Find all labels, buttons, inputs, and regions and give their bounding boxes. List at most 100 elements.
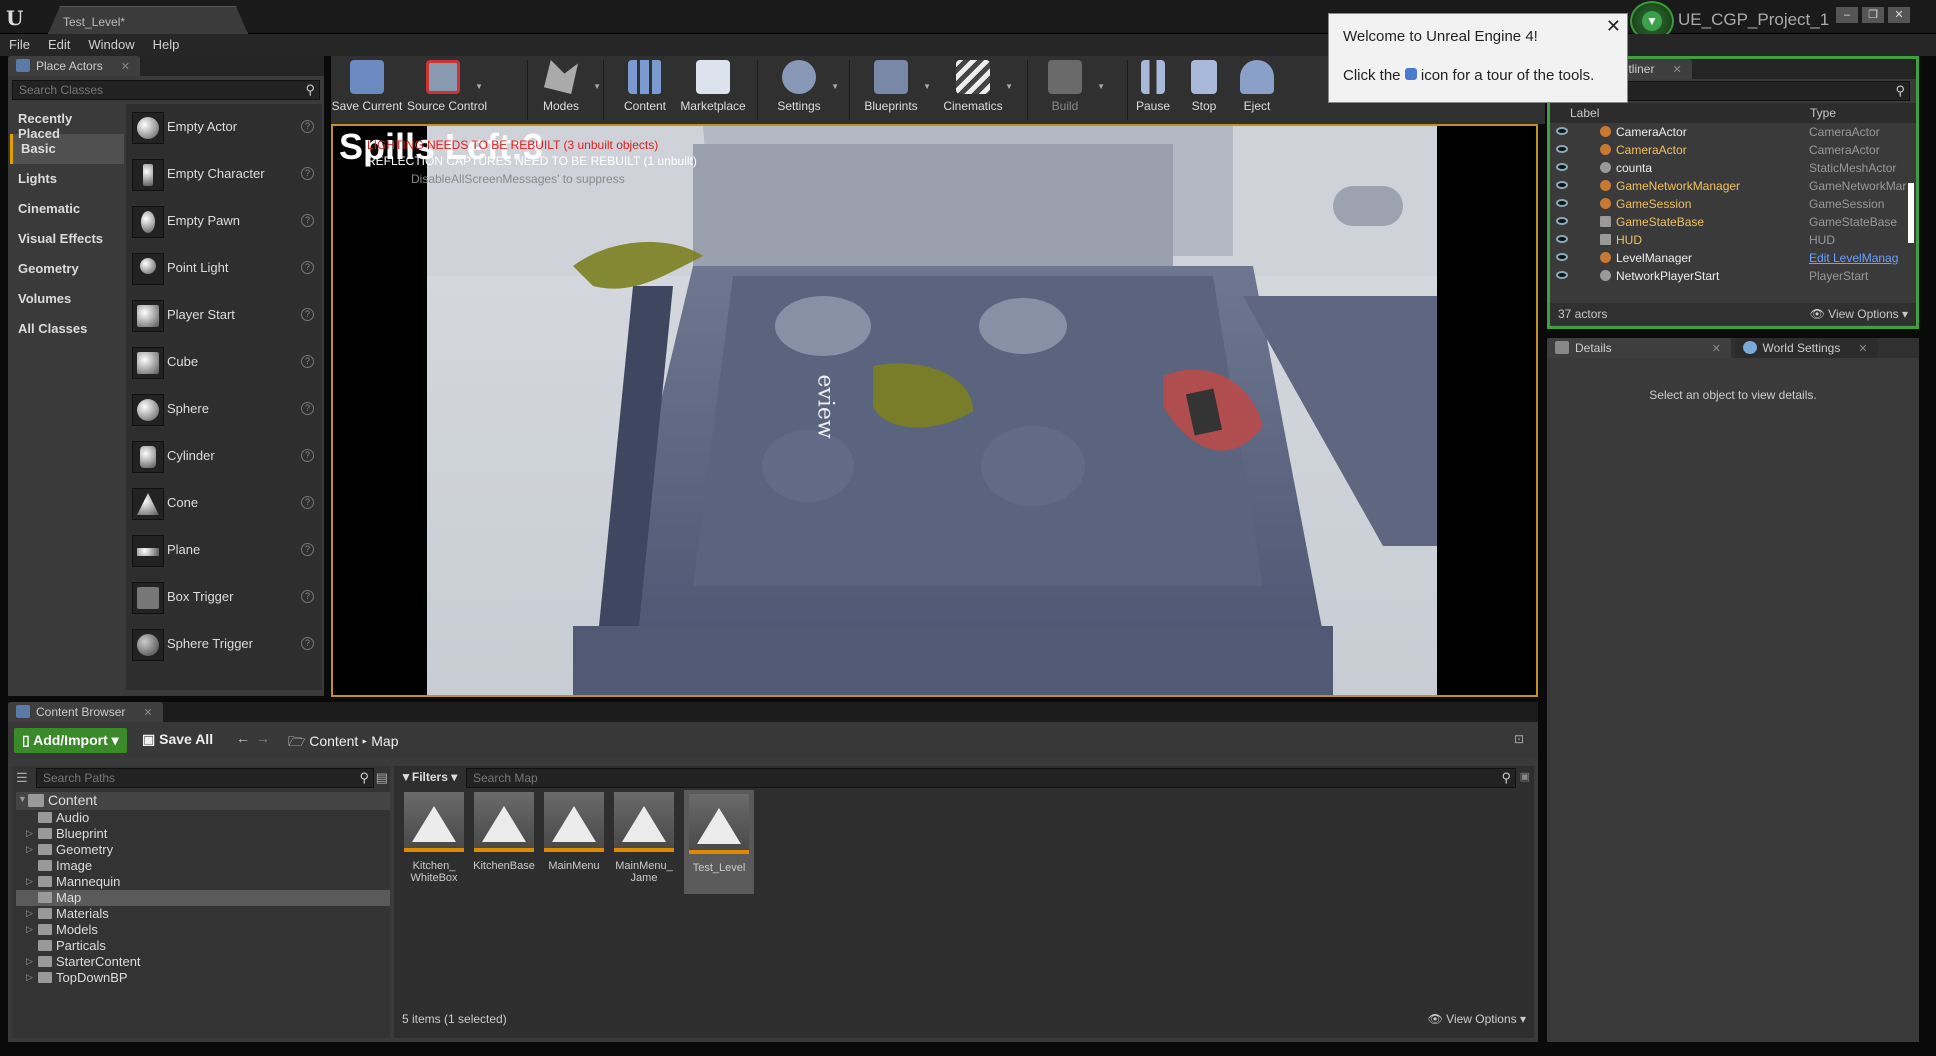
asset-tile[interactable]: MainMenu_ Jame <box>612 792 676 884</box>
maximize-icon[interactable]: ❐ <box>1862 7 1884 23</box>
tree-folder[interactable]: ▷ Materials <box>16 906 390 922</box>
tab-world-settings[interactable]: World Settings ✕ <box>1734 338 1878 358</box>
actor-item[interactable]: Cylinder? <box>126 433 322 480</box>
pause-button[interactable]: Pause <box>1125 56 1181 124</box>
visibility-eye-icon[interactable] <box>1556 145 1568 153</box>
actor-item[interactable]: Point Light? <box>126 245 322 292</box>
tab-content-browser[interactable]: Content Browser ✕ <box>8 702 163 722</box>
save-current-button[interactable]: Save Current <box>331 56 403 124</box>
actor-item[interactable]: Box Trigger? <box>126 574 322 621</box>
close-icon[interactable]: ✕ <box>1606 16 1621 37</box>
help-icon[interactable]: ? <box>301 496 314 509</box>
outliner-row[interactable]: counta StaticMeshActor <box>1550 159 1916 177</box>
help-icon[interactable]: ? <box>301 167 314 180</box>
visibility-eye-icon[interactable] <box>1556 217 1568 225</box>
back-arrow-icon[interactable]: ← <box>236 730 250 746</box>
outliner-row[interactable]: GameNetworkManager GameNetworkMar <box>1550 177 1916 195</box>
help-icon[interactable]: ? <box>301 543 314 556</box>
eject-button[interactable]: Eject <box>1229 56 1285 124</box>
actor-item[interactable]: Cube? <box>126 339 322 386</box>
filters-button[interactable]: ▼Filters ▾ <box>400 770 457 784</box>
category-recently-placed[interactable]: Recently Placed <box>10 104 124 141</box>
outliner-row[interactable]: HUD HUD <box>1550 231 1916 249</box>
actor-item[interactable]: Sphere? <box>126 386 322 433</box>
close-tab-icon[interactable]: ✕ <box>121 61 130 73</box>
visibility-eye-icon[interactable] <box>1556 127 1568 135</box>
close-tab-icon[interactable]: ✕ <box>1672 64 1681 76</box>
actor-item[interactable]: Cone? <box>126 480 322 527</box>
outliner-scrollbar[interactable] <box>1908 183 1914 243</box>
search-paths-input[interactable]: Search Paths ⚲ <box>36 768 374 788</box>
tree-folder[interactable]: ▷ TopDownBP <box>16 970 390 986</box>
breadcrumb[interactable]: 🗁 Content ▸ Map <box>288 731 399 755</box>
document-tab[interactable]: Test_Level* <box>48 6 248 34</box>
help-icon[interactable]: ? <box>301 449 314 462</box>
paths-toggle-icon[interactable]: ☰ <box>16 770 28 786</box>
tree-folder[interactable]: ▷ Mannequin <box>16 874 390 890</box>
edit-levelmanager-link[interactable]: Edit LevelManag <box>1809 251 1898 265</box>
actor-item[interactable]: Plane? <box>126 527 322 574</box>
actor-item[interactable]: Sphere Trigger? <box>126 621 322 668</box>
outliner-row[interactable]: NetworkPlayerStart PlayerStart <box>1550 267 1916 285</box>
close-tab-icon[interactable]: ✕ <box>1858 343 1867 355</box>
asset-tile[interactable]: Kitchen_ WhiteBox <box>402 792 466 884</box>
tree-folder[interactable]: Image <box>16 858 390 874</box>
outliner-row[interactable]: GameStateBase GameStateBase <box>1550 213 1916 231</box>
visibility-eye-icon[interactable] <box>1556 163 1568 171</box>
blueprints-button[interactable]: Blueprints ▼ <box>855 56 931 124</box>
marketplace-button[interactable]: Marketplace <box>677 56 749 124</box>
category-volumes[interactable]: Volumes <box>10 284 124 314</box>
save-all-button[interactable]: ▣ Save All <box>142 731 213 748</box>
visibility-eye-icon[interactable] <box>1556 235 1568 243</box>
content-button[interactable]: Content <box>609 56 681 124</box>
outliner-row[interactable]: LevelManager Edit LevelManag <box>1550 249 1916 267</box>
build-button[interactable]: Build ▼ <box>1029 56 1105 124</box>
tree-folder[interactable]: ▷ Blueprint <box>16 826 390 842</box>
tab-place-actors[interactable]: Place Actors ✕ <box>8 56 140 76</box>
stop-button[interactable]: Stop <box>1179 56 1229 124</box>
lock-icon[interactable]: ⊡ <box>1514 732 1524 746</box>
tree-folder[interactable]: Particals <box>16 938 390 954</box>
outliner-row[interactable]: CameraActor CameraActor <box>1550 123 1916 141</box>
close-tab-icon[interactable]: ✕ <box>143 707 152 719</box>
menu-file[interactable]: File <box>0 34 39 55</box>
tree-folder[interactable]: Audio <box>16 810 390 826</box>
outliner-row[interactable]: GameSession GameSession <box>1550 195 1916 213</box>
actor-item[interactable]: Empty Pawn? <box>126 198 322 245</box>
category-geometry[interactable]: Geometry <box>10 254 124 284</box>
modes-button[interactable]: Modes ▼ <box>525 56 601 124</box>
help-icon[interactable]: ? <box>301 355 314 368</box>
help-icon[interactable]: ? <box>301 590 314 603</box>
tree-folder[interactable]: ▷ Models <box>16 922 390 938</box>
help-icon[interactable]: ? <box>301 402 314 415</box>
menu-edit[interactable]: Edit <box>39 34 79 55</box>
menu-window[interactable]: Window <box>79 34 143 55</box>
level-viewport[interactable]: Spills Left:3 LIGHTING NEEDS TO BE REBUI… <box>331 124 1538 697</box>
save-search-icon[interactable]: ▣ <box>1520 770 1530 783</box>
search-classes-input[interactable]: Search Classes ⚲ <box>12 80 320 100</box>
help-icon[interactable]: ? <box>301 261 314 274</box>
tree-folder[interactable]: ▷ StarterContent <box>16 954 390 970</box>
tree-folder-selected[interactable]: Map <box>16 890 390 906</box>
actor-item[interactable]: Empty Actor? <box>126 104 322 151</box>
close-icon[interactable]: ✕ <box>1888 7 1910 23</box>
help-icon[interactable]: ? <box>301 120 314 133</box>
path-view-options-icon[interactable]: ▤ <box>376 770 388 786</box>
category-visual-effects[interactable]: Visual Effects <box>10 224 124 254</box>
help-icon[interactable]: ? <box>301 308 314 321</box>
category-all-classes[interactable]: All Classes <box>10 314 124 344</box>
asset-tile[interactable]: MainMenu <box>542 792 606 872</box>
asset-tile[interactable]: KitchenBase <box>472 792 536 872</box>
cinematics-button[interactable]: Cinematics ▼ <box>937 56 1013 124</box>
help-icon[interactable]: ? <box>301 637 314 650</box>
actor-item[interactable]: Empty Character? <box>126 151 322 198</box>
forward-arrow-icon[interactable]: → <box>256 730 270 746</box>
visibility-eye-icon[interactable] <box>1556 253 1568 261</box>
category-cinematic[interactable]: Cinematic <box>10 194 124 224</box>
search-map-input[interactable]: Search Map ⚲ <box>466 768 1516 788</box>
minimize-icon[interactable]: – <box>1836 7 1858 23</box>
source-control-button[interactable]: Source Control ▼ <box>407 56 487 124</box>
help-icon[interactable]: ? <box>301 214 314 227</box>
tree-folder[interactable]: ▷ Geometry <box>16 842 390 858</box>
view-options-button[interactable]: 👁 View Options ▾ <box>1428 1012 1526 1026</box>
